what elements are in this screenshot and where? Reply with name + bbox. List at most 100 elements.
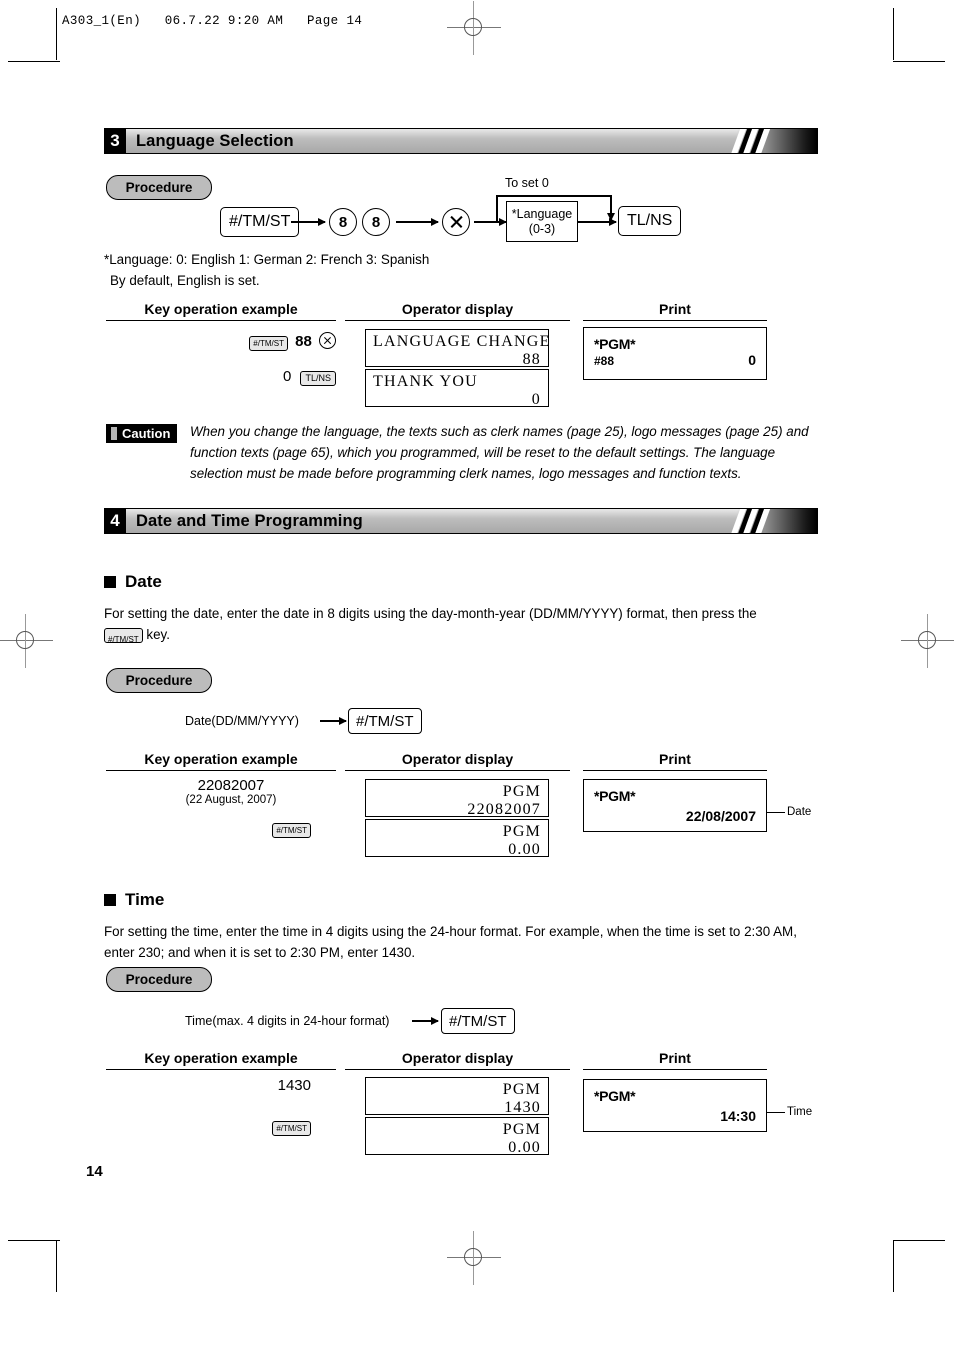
page-number: 14 bbox=[86, 1163, 103, 1180]
date-description: For setting the date, enter the date in … bbox=[104, 603, 820, 645]
multiply-icon bbox=[442, 208, 470, 236]
caution-badge: Caution bbox=[106, 424, 178, 443]
print-receipt-date: *PGM* 22/08/2007 bbox=[583, 779, 767, 832]
receipt-value-time: 14:30 bbox=[720, 1108, 756, 1124]
flow-key-tm-st: #/TM/ST bbox=[220, 207, 300, 237]
time-callout-line bbox=[767, 1112, 785, 1114]
date-keyop-value-block: 22082007 (22 August, 2007) bbox=[126, 777, 336, 806]
table-header-key-operation-2: Key operation example bbox=[106, 751, 336, 771]
time-keyop-value-row: 1430 bbox=[126, 1077, 311, 1094]
keyop-row-1: #/TM/ST 88 bbox=[126, 332, 336, 351]
caution-accent bbox=[111, 427, 117, 440]
date-keyop-value: 22082007 bbox=[197, 777, 265, 794]
flow-box-language-line2: (0-3) bbox=[528, 221, 556, 236]
procedure-label-language: Procedure bbox=[106, 175, 212, 200]
bypass-line-horizontal bbox=[496, 195, 612, 197]
keycap-tl-ns-small: TL/NS bbox=[300, 370, 336, 386]
multiply-icon-small bbox=[319, 332, 336, 349]
date-flow-key: #/TM/ST bbox=[348, 708, 422, 734]
time-keyop-key-row: #/TM/ST bbox=[126, 1118, 311, 1136]
operator-display-time-1-line2: 1430 bbox=[504, 1099, 541, 1116]
table-header-key-operation-1: Key operation example bbox=[106, 301, 336, 321]
keycap-tm-st-inline-date: #/TM/ST bbox=[104, 628, 143, 644]
section-number: 3 bbox=[104, 128, 126, 154]
language-note-line2: By default, English is set. bbox=[110, 273, 260, 288]
receipt-title-1: *PGM* bbox=[594, 336, 636, 352]
operator-display-time-2: PGM 0.00 bbox=[365, 1117, 549, 1156]
time-description: For setting the time, enter the time in … bbox=[104, 924, 797, 960]
trim-mark-bottom-right-vertical bbox=[893, 1240, 894, 1292]
table-header-print-1: Print bbox=[583, 301, 767, 321]
operator-display-date-2-line2: 0.00 bbox=[508, 841, 541, 858]
date-callout-line bbox=[767, 812, 785, 814]
operator-display-2-line1: THANK YOU bbox=[373, 373, 478, 390]
subheading-date-label: Date bbox=[125, 572, 162, 591]
operator-display-2: THANK YOU 0 bbox=[365, 369, 549, 408]
trim-mark-bottom-left-horizontal bbox=[8, 1240, 60, 1241]
date-flow-label: Date(DD/MM/YYYY) bbox=[185, 714, 299, 728]
time-keyop-value: 1430 bbox=[277, 1077, 311, 1094]
flow-arrow-2 bbox=[396, 218, 439, 225]
section-title-bar: Language Selection bbox=[126, 128, 818, 154]
trim-mark-top-right-horizontal bbox=[893, 61, 945, 62]
operator-display-time-1: PGM 1430 bbox=[365, 1077, 549, 1116]
receipt-title-date: *PGM* bbox=[594, 788, 636, 804]
table-header-operator-display-2: Operator display bbox=[345, 751, 570, 771]
section-title-4: Date and Time Programming bbox=[136, 511, 363, 530]
flow-box-language: *Language (0-3) bbox=[506, 201, 578, 242]
section-title: Language Selection bbox=[136, 131, 294, 150]
date-description-part2: key. bbox=[146, 627, 170, 642]
flow-arrow-3 bbox=[474, 218, 507, 225]
operator-display-date-1: PGM 22082007 bbox=[365, 779, 549, 818]
bypass-arrow-down bbox=[607, 195, 614, 221]
operator-display-date-2: PGM 0.00 bbox=[365, 819, 549, 858]
subheading-date: Date bbox=[104, 572, 162, 592]
operator-display-1-line2: 88 bbox=[522, 351, 541, 368]
table-header-operator-display-3: Operator display bbox=[345, 1050, 570, 1070]
date-description-part1: For setting the date, enter the date in … bbox=[104, 606, 757, 621]
keycap-tm-st-date-table: #/TM/ST bbox=[272, 823, 311, 838]
time-callout-label: Time bbox=[787, 1106, 813, 1118]
operator-display-date-2-line1: PGM bbox=[502, 823, 541, 840]
language-note-line1: *Language: 0: English 1: German 2: Frenc… bbox=[104, 252, 430, 267]
table-header-key-operation-3: Key operation example bbox=[106, 1050, 336, 1070]
section-header-language-selection: 3 Language Selection bbox=[104, 128, 818, 154]
subheading-time: Time bbox=[104, 890, 164, 910]
keycap-tm-st-time-table: #/TM/ST bbox=[272, 1121, 311, 1136]
operator-display-time-1-line1: PGM bbox=[502, 1081, 541, 1098]
procedure-label-time: Procedure bbox=[106, 967, 212, 992]
receipt-row-1: #88 0 bbox=[594, 352, 756, 368]
registration-mark-top bbox=[447, 1, 501, 55]
operator-display-2-line2: 0 bbox=[531, 391, 541, 408]
print-receipt-time: *PGM* 14:30 bbox=[583, 1079, 767, 1132]
page-header-text: A303_1(En) 06.7.22 9:20 AM Page 14 bbox=[62, 14, 363, 28]
language-note: *Language: 0: English 1: German 2: Frenc… bbox=[104, 249, 624, 291]
procedure-label-date: Procedure bbox=[106, 668, 212, 693]
receipt-value-1: 0 bbox=[748, 352, 756, 368]
operator-display-1: LANGUAGE CHANGE 88 bbox=[365, 329, 551, 368]
date-flow-arrow bbox=[320, 717, 347, 724]
flow-digit-8-first: 8 bbox=[329, 208, 357, 236]
flow-arrow-1 bbox=[291, 218, 326, 225]
operator-display-1-line1: LANGUAGE CHANGE bbox=[373, 333, 551, 350]
receipt-title-time: *PGM* bbox=[594, 1088, 636, 1104]
operator-display-date-1-line1: PGM bbox=[502, 783, 541, 800]
keycap-tm-st-small: #/TM/ST bbox=[249, 336, 288, 351]
receipt-value-date: 22/08/2007 bbox=[685, 808, 756, 824]
date-callout-label: Date bbox=[787, 806, 812, 818]
caution-label: Caution bbox=[122, 426, 171, 441]
keyop-value-0: 0 bbox=[282, 368, 292, 385]
receipt-code-1: #88 bbox=[594, 354, 615, 368]
flow-digit-8-second: 8 bbox=[362, 208, 390, 236]
trim-mark-top-right-vertical bbox=[893, 8, 894, 60]
bullet-square-icon bbox=[104, 576, 116, 588]
caution-text: When you change the language, the texts … bbox=[190, 424, 809, 481]
operator-display-time-2-line1: PGM bbox=[502, 1121, 541, 1138]
table-header-operator-display-1: Operator display bbox=[345, 301, 570, 321]
time-flow-arrow bbox=[412, 1017, 439, 1024]
subheading-time-label: Time bbox=[125, 890, 165, 909]
operator-display-date-1-line2: 22082007 bbox=[467, 801, 541, 818]
table-header-print-3: Print bbox=[583, 1050, 767, 1070]
registration-mark-right bbox=[901, 614, 954, 668]
date-keyop-sub: (22 August, 2007) bbox=[185, 794, 277, 806]
